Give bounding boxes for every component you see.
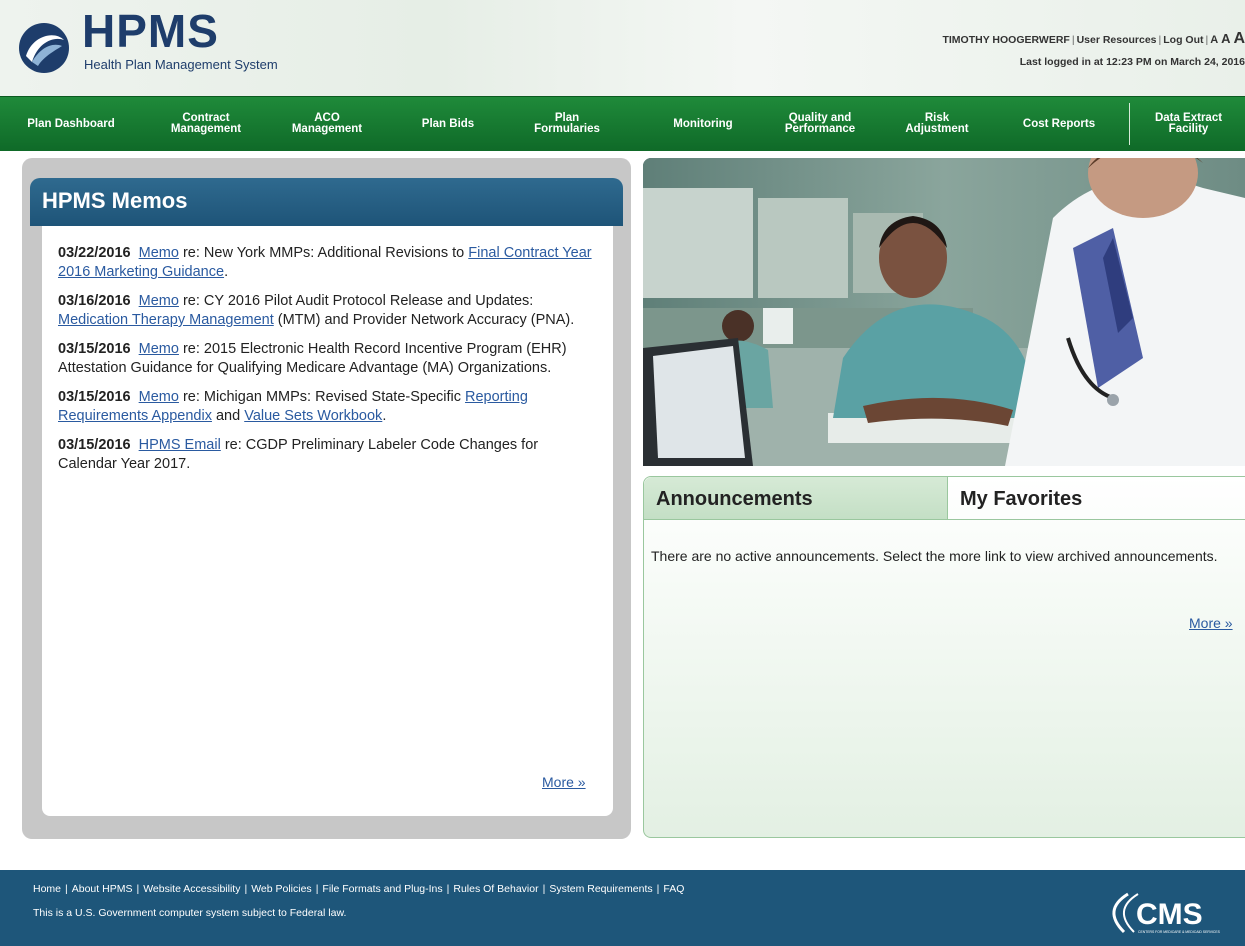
site-footer: Home | About HPMS | Website Accessibility | We… [0, 870, 1245, 946]
cms-logo-text: CMS [1136, 898, 1203, 931]
memo-item: 03/22/2016 Memo re: New York MMPs: Addit… [58, 244, 598, 282]
memo-doc-link-2[interactable]: Value Sets Workbook [244, 408, 382, 424]
nav-aco-management[interactable]: ACO Management [272, 97, 382, 151]
footer-link-file-formats[interactable]: File Formats and Plug-Ins [322, 883, 442, 895]
memo-text: re: Michigan MMPs: Revised State-Specifi… [178, 389, 466, 405]
memo-text-mid: and [211, 408, 245, 424]
hero-image [643, 158, 1245, 466]
nav-risk-adjustment[interactable]: Risk Adjustment [885, 97, 989, 151]
memo-item: 03/16/2016 Memo re: CY 2016 Pilot Audit … [58, 292, 598, 330]
last-login-text: Last logged in at 12:23 PM on March 24, … [1019, 56, 1245, 68]
hpms-logo-icon [19, 23, 69, 73]
footer-link-web-policies[interactable]: Web Policies [251, 883, 312, 895]
memo-date: 03/15/2016 [58, 341, 131, 357]
footer-separator: | [315, 883, 319, 895]
nav-contract-management[interactable]: Contract Management [154, 97, 258, 151]
memo-item: 03/15/2016 Memo re: Michigan MMPs: Revis… [58, 388, 598, 426]
text-size-small-button[interactable]: A [1210, 34, 1218, 46]
nav-quality-performance[interactable]: Quality and Performance [764, 97, 876, 151]
logo-subtitle: Health Plan Management System [84, 57, 278, 72]
nav-plan-dashboard[interactable]: Plan Dashboard [0, 97, 142, 151]
memos-title: HPMS Memos [42, 188, 188, 213]
main-nav: Plan Dashboard Contract Management ACO M… [0, 96, 1245, 151]
footer-separator: | [65, 883, 68, 895]
text-size-large-button[interactable]: A [1233, 32, 1245, 47]
memos-card: 03/22/2016 Memo re: New York MMPs: Addit… [42, 226, 613, 816]
footer-separator: | [244, 883, 248, 895]
memo-list: 03/22/2016 Memo re: New York MMPs: Addit… [58, 244, 598, 484]
memo-text-end: . [382, 408, 387, 424]
tab-my-favorites[interactable]: My Favorites [948, 477, 1245, 520]
footer-separator: | [136, 883, 140, 895]
tab-my-favorites-label: My Favorites [960, 488, 1083, 510]
footer-separator: | [542, 883, 546, 895]
memos-header: HPMS Memos [30, 178, 623, 226]
memo-date: 03/22/2016 [58, 245, 131, 261]
cms-logo-icon[interactable]: CMS CENTERS FOR MEDICARE & MEDICAID SERV… [1098, 890, 1244, 936]
nav-plan-bids[interactable]: Plan Bids [396, 97, 500, 151]
memo-doc-link[interactable]: Medication Therapy Management [58, 312, 274, 328]
memo-text-end: (MTM) and Provider Network Accuracy (PNA… [273, 312, 575, 328]
announcements-more-link[interactable]: More » [1189, 615, 1233, 631]
memos-more-link[interactable]: More » [542, 774, 586, 790]
memo-link[interactable]: HPMS Email [139, 437, 221, 453]
nav-cost-reports[interactable]: Cost Reports [1004, 97, 1114, 151]
announcements-panel [643, 476, 1245, 838]
footer-link-home[interactable]: Home [33, 883, 61, 895]
text-size-medium-button[interactable]: A [1221, 32, 1230, 46]
nav-data-extract-facility[interactable]: Data Extract Facility [1132, 97, 1245, 151]
footer-separator: | [446, 883, 450, 895]
site-header: HPMS Health Plan Management System TIMOT… [0, 0, 1245, 96]
log-out-link[interactable]: Log Out [1163, 34, 1203, 46]
memo-link[interactable]: Memo [139, 341, 179, 357]
hero-illustration [643, 158, 1245, 466]
nav-monitoring[interactable]: Monitoring [650, 97, 756, 151]
footer-link-rules[interactable]: Rules Of Behavior [453, 883, 538, 895]
memo-link[interactable]: Memo [139, 245, 179, 261]
footer-link-accessibility[interactable]: Website Accessibility [143, 883, 240, 895]
user-name: TIMOTHY HOOGERWERF [942, 34, 1070, 46]
memo-date: 03/15/2016 [58, 437, 131, 453]
memo-item: 03/15/2016 HPMS Email re: CGDP Prelimina… [58, 436, 598, 474]
footer-note: This is a U.S. Government computer syste… [33, 907, 347, 919]
user-bar: TIMOTHY HOOGERWERF | User Resources | Log Ou… [942, 32, 1245, 47]
footer-separator: | [656, 883, 660, 895]
footer-link-faq[interactable]: FAQ [663, 883, 684, 895]
tab-announcements-label: Announcements [656, 488, 813, 510]
tab-announcements[interactable]: Announcements [644, 477, 948, 520]
nav-plan-formularies[interactable]: Plan Formularies [515, 97, 619, 151]
memo-text: re: New York MMPs: Additional Revisions … [178, 245, 469, 261]
footer-link-system-requirements[interactable]: System Requirements [549, 883, 652, 895]
memo-item: 03/15/2016 Memo re: 2015 Electronic Heal… [58, 340, 598, 378]
footer-link-about[interactable]: About HPMS [72, 883, 133, 895]
memo-text-end: . [224, 264, 229, 280]
memo-date: 03/15/2016 [58, 389, 131, 405]
announcements-text: There are no active announcements. Selec… [651, 548, 1218, 564]
user-resources-link[interactable]: User Resources [1077, 34, 1157, 46]
cms-logo-tagline: CENTERS FOR MEDICARE & MEDICAID SERVICES [1138, 930, 1221, 934]
memo-link[interactable]: Memo [139, 389, 179, 405]
memo-link[interactable]: Memo [139, 293, 179, 309]
nav-divider [1129, 103, 1130, 145]
memo-text: re: CY 2016 Pilot Audit Protocol Release… [178, 293, 534, 309]
logo-title[interactable]: HPMS [82, 8, 219, 54]
footer-links: Home | About HPMS | Website Accessibility | We… [33, 883, 684, 895]
memo-date: 03/16/2016 [58, 293, 131, 309]
memo-text: re: 2015 Electronic Health Record Incent… [58, 341, 567, 376]
